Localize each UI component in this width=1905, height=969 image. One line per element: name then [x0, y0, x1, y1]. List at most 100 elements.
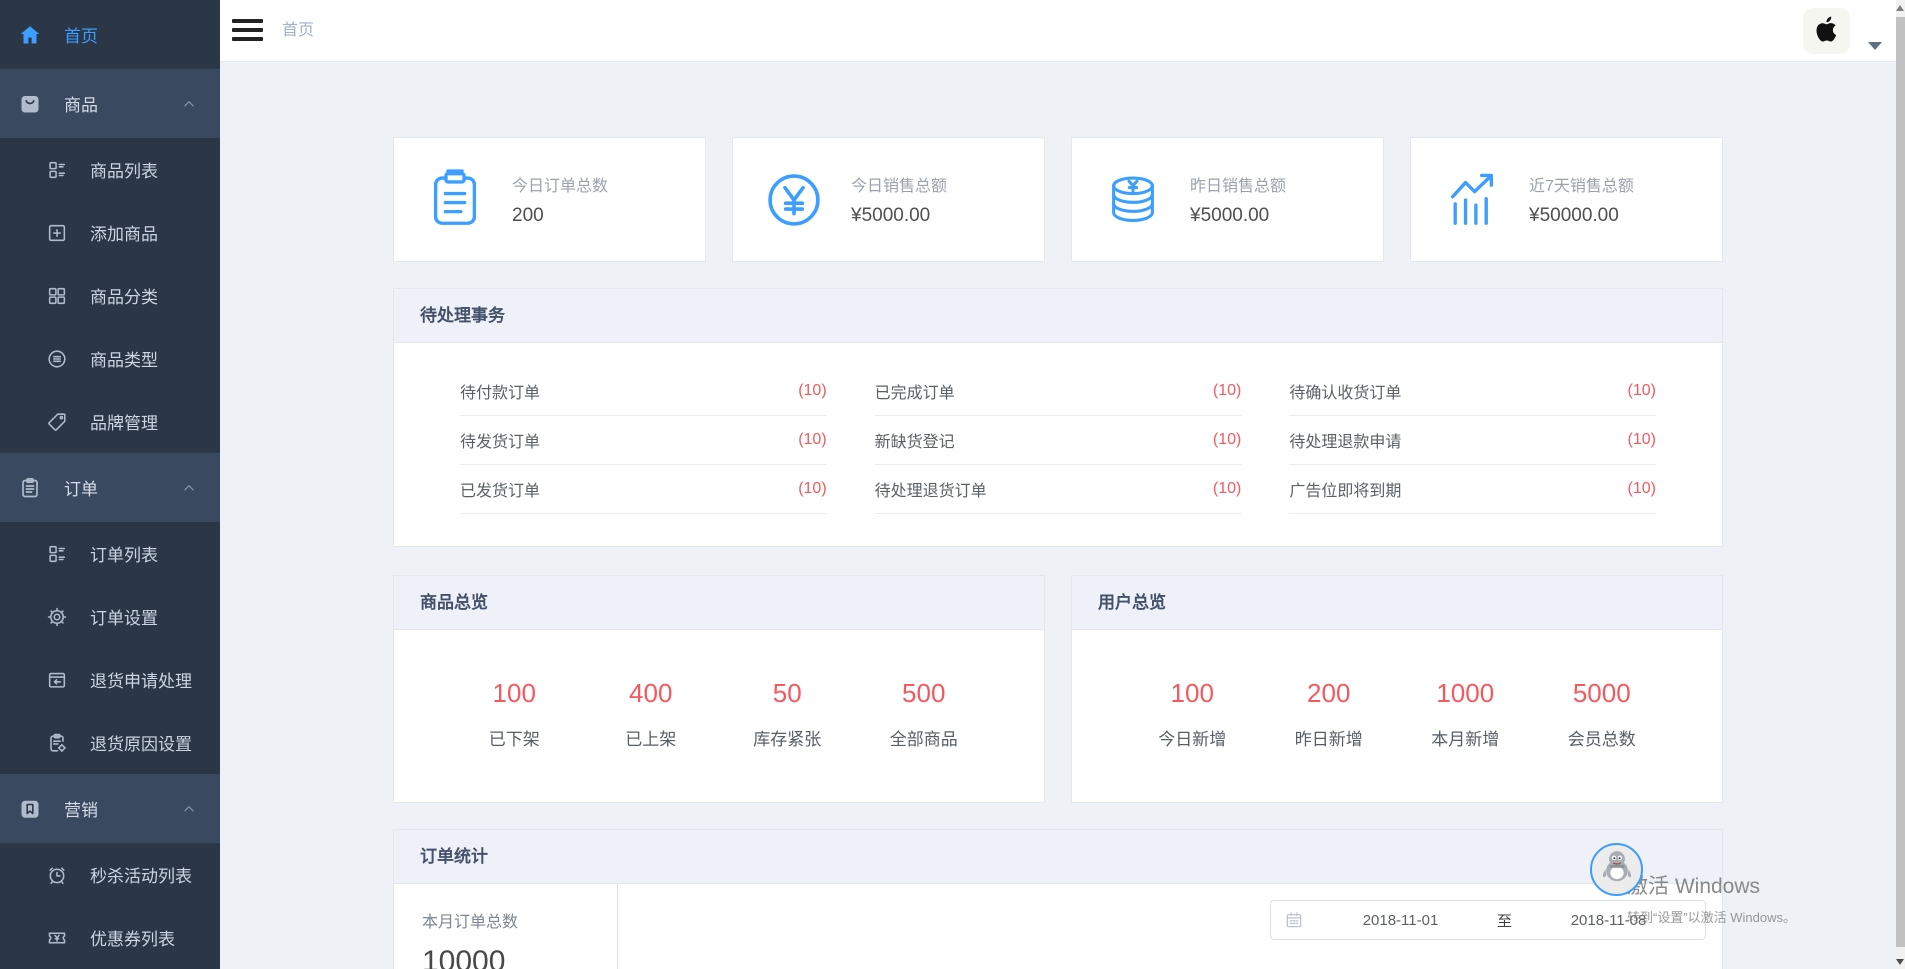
vertical-scrollbar[interactable] — [1896, 0, 1905, 969]
sidebar-item-flash-sale-list[interactable]: 秒杀活动列表 — [0, 843, 220, 906]
sidebar-item-label: 营销 — [64, 796, 98, 821]
todo-item-label: 待付款订单 — [460, 379, 540, 403]
overview-stat: 200 昨日新增 — [1261, 678, 1398, 750]
sidebar-item-orders[interactable]: 订单 — [0, 453, 220, 522]
sidebar-item-label: 退货申请处理 — [90, 667, 192, 692]
stat-card-text: 昨日销售总额 ¥5000.00 — [1190, 172, 1286, 227]
stat-card-label: 昨日销售总额 — [1190, 172, 1286, 196]
box-return-icon — [46, 669, 68, 691]
stat-card-value: ¥50000.00 — [1529, 205, 1634, 227]
sidebar-item-label: 订单列表 — [90, 541, 158, 566]
sidebar-item-product-type[interactable]: 商品类型 — [0, 327, 220, 390]
clipboard-blue-icon — [424, 169, 486, 231]
overview-stat-label: 已上架 — [583, 725, 720, 750]
todo-item[interactable]: 待确认收货订单(10) — [1289, 367, 1656, 416]
order-stats-panel: 订单统计 本月订单总数 10000 2018-11-01 至 2018-11-0… — [393, 829, 1723, 969]
chevron-up-icon — [180, 95, 198, 113]
overview-stat-value: 200 — [1261, 678, 1398, 709]
topbar: 首页 — [220, 0, 1896, 62]
overview-stat-label: 全部商品 — [856, 725, 993, 750]
trend-icon — [1441, 169, 1503, 231]
stat-card-label: 今日销售总额 — [851, 172, 947, 196]
sidebar-item-order-list[interactable]: 订单列表 — [0, 522, 220, 585]
sidebar-item-marketing[interactable]: 营销 — [0, 774, 220, 843]
todo-item-label: 新缺货登记 — [875, 428, 955, 452]
todo-item-label: 待确认收货订单 — [1289, 379, 1401, 403]
todo-item[interactable]: 待处理退货订单(10) — [875, 465, 1242, 514]
alarm-icon — [46, 864, 68, 886]
clipboard-gear-icon — [46, 732, 68, 754]
sidebar-item-products[interactable]: 商品 — [0, 69, 220, 138]
overview-stat-value: 1000 — [1397, 678, 1534, 709]
todo-item-count: (10) — [1628, 431, 1656, 449]
scrollbar-thumb[interactable] — [1896, 17, 1905, 947]
todo-item[interactable]: 新缺货登记 (10) — [875, 416, 1242, 465]
overview-stat-label: 本月新增 — [1397, 725, 1534, 750]
sidebar-item-add-product[interactable]: 添加商品 — [0, 201, 220, 264]
sidebar-item-brand-management[interactable]: 品牌管理 — [0, 390, 220, 453]
stat-card: 昨日销售总额 ¥5000.00 — [1071, 137, 1384, 262]
circle-list-icon — [46, 348, 68, 370]
overview-stat: 100 已下架 — [446, 678, 583, 750]
qq-badge[interactable] — [1590, 843, 1643, 896]
overview-stat-value: 100 — [446, 678, 583, 709]
sidebar-item-coupon-list[interactable]: 优惠券列表 — [0, 906, 220, 969]
sidebar-item-return-reason[interactable]: 退货原因设置 — [0, 711, 220, 774]
todo-item-count: (10) — [1213, 431, 1241, 449]
breadcrumb[interactable]: 首页 — [282, 0, 314, 62]
hamburger-menu-icon[interactable] — [232, 19, 263, 42]
todo-item-count: (10) — [798, 431, 826, 449]
todo-panel: 待处理事务 待付款订单(10)已完成订单(10)待确认收货订单(10)待发货订单… — [393, 288, 1723, 547]
overview-stat-label: 今日新增 — [1124, 725, 1261, 750]
windows-activation-watermark: 激活 Windows 转到“设置”以激活 Windows。 — [1627, 870, 1796, 926]
sidebar-item-home[interactable]: 首页 — [0, 0, 220, 69]
yen-circle-icon — [763, 169, 825, 231]
sidebar-item-label: 商品 — [64, 91, 98, 116]
sidebar: 首页商品商品列表添加商品商品分类商品类型品牌管理订单订单列表订单设置退货申请处理… — [0, 0, 220, 969]
todo-item-label: 已发货订单 — [460, 477, 540, 501]
overview-stat-value: 100 — [1124, 678, 1261, 709]
apple-icon — [1812, 14, 1842, 49]
sidebar-item-return-request[interactable]: 退货申请处理 — [0, 648, 220, 711]
caret-down-icon[interactable] — [1868, 42, 1882, 50]
user-avatar[interactable] — [1803, 8, 1850, 54]
todo-item-count: (10) — [798, 480, 826, 498]
sidebar-item-label: 首页 — [64, 22, 98, 47]
main-content: 今日订单总数200今日销售总额¥5000.00昨日销售总额¥5000.00近7天… — [220, 62, 1896, 969]
user-overview-stats: 100今日新增200昨日新增1000本月新增5000会员总数 — [1072, 630, 1722, 802]
date-start[interactable]: 2018-11-01 — [1304, 912, 1497, 929]
todo-item[interactable]: 待发货订单 (10) — [460, 416, 827, 465]
overview-stat-label: 库存紧张 — [719, 725, 856, 750]
todo-item[interactable]: 已发货订单 (10) — [460, 465, 827, 514]
scroll-down-arrow-icon[interactable] — [1896, 959, 1904, 965]
order-stats-title: 订单统计 — [394, 830, 1722, 884]
overview-stat-label: 昨日新增 — [1261, 725, 1398, 750]
todo-item[interactable]: 广告位即将到期(10) — [1289, 465, 1656, 514]
watermark-line1: 激活 Windows — [1627, 870, 1796, 900]
tag-icon — [46, 411, 68, 433]
todo-item[interactable]: 待付款订单(10) — [460, 367, 827, 416]
todo-item-count: (10) — [1213, 382, 1241, 400]
chevron-up-icon — [180, 800, 198, 818]
overview-stat-value: 50 — [719, 678, 856, 709]
scroll-up-arrow-icon[interactable] — [1896, 5, 1904, 11]
overview-stat-label: 会员总数 — [1534, 725, 1671, 750]
todo-item[interactable]: 已完成订单(10) — [875, 367, 1242, 416]
todo-item-label: 待处理退款申请 — [1289, 428, 1401, 452]
sidebar-item-label: 商品分类 — [90, 283, 158, 308]
sidebar-item-label: 品牌管理 — [90, 409, 158, 434]
sidebar-item-product-list[interactable]: 商品列表 — [0, 138, 220, 201]
todo-item[interactable]: 待处理退款申请 (10) — [1289, 416, 1656, 465]
todo-item-label: 待发货订单 — [460, 428, 540, 452]
overview-stat-value: 400 — [583, 678, 720, 709]
stat-card-value: ¥5000.00 — [1190, 205, 1286, 227]
todo-item-count: (10) — [1628, 480, 1656, 498]
sidebar-item-label: 退货原因设置 — [90, 730, 192, 755]
product-overview-panel: 商品总览 100已下架400已上架50库存紧张500全部商品 — [393, 575, 1045, 803]
sidebar-item-product-category[interactable]: 商品分类 — [0, 264, 220, 327]
stat-cards-row: 今日订单总数200今日销售总额¥5000.00昨日销售总额¥5000.00近7天… — [393, 137, 1723, 262]
stat-card-label: 近7天销售总额 — [1529, 172, 1634, 196]
sidebar-item-label: 订单设置 — [90, 604, 158, 629]
sidebar-item-order-settings[interactable]: 订单设置 — [0, 585, 220, 648]
overview-stat-label: 已下架 — [446, 725, 583, 750]
